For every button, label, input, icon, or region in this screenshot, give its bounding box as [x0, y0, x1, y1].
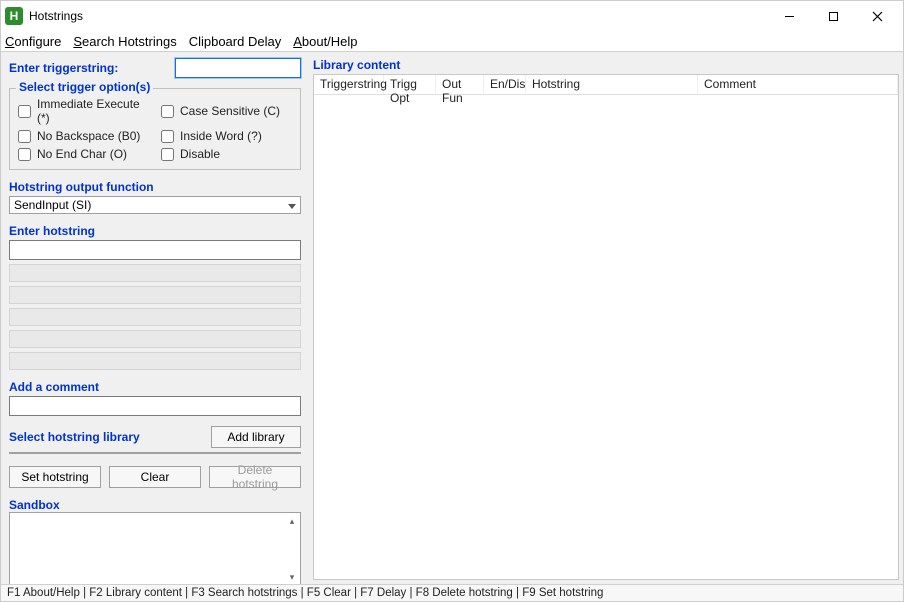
- right-panel: Library content Triggerstring Trigg Opt …: [309, 52, 903, 584]
- statusbar-text: F1 About/Help | F2 Library content | F3 …: [7, 587, 603, 599]
- add-library-button[interactable]: Add library: [211, 426, 301, 448]
- hotstring-line[interactable]: [9, 308, 301, 326]
- window-controls: [767, 1, 899, 31]
- hotstring-input[interactable]: [9, 240, 301, 260]
- hotstring-line[interactable]: [9, 352, 301, 370]
- scroll-up-icon[interactable]: ▴: [286, 515, 298, 527]
- opt-immediate-checkbox[interactable]: [18, 105, 31, 118]
- grid-header: Triggerstring Trigg Opt Out Fun En/Dis H…: [314, 75, 898, 95]
- close-button[interactable]: [855, 1, 899, 31]
- opt-nobackspace-label: No Backspace (B0): [37, 129, 140, 143]
- add-comment-label: Add a comment: [9, 380, 301, 394]
- menubar: Configure Search Hotstrings Clipboard De…: [1, 31, 903, 52]
- maximize-button[interactable]: [811, 1, 855, 31]
- col-en-dis[interactable]: En/Dis: [484, 75, 526, 94]
- opt-noendchar-checkbox[interactable]: [18, 148, 31, 161]
- clear-button[interactable]: Clear: [109, 466, 201, 488]
- trigger-options-legend: Select trigger option(s): [16, 80, 153, 94]
- triggerstring-row: Enter triggerstring:: [9, 58, 301, 78]
- output-function-label: Hotstring output function: [9, 180, 301, 194]
- opt-case-sensitive[interactable]: Case Sensitive (C): [161, 97, 292, 125]
- statusbar: F1 About/Help | F2 Library content | F3 …: [1, 584, 903, 601]
- hotstring-extra-lines: [9, 264, 301, 370]
- sandbox-textarea[interactable]: ▴ ▾: [9, 512, 301, 584]
- hotstring-line[interactable]: [9, 286, 301, 304]
- opt-nobackspace-checkbox[interactable]: [18, 130, 31, 143]
- comment-input[interactable]: [9, 396, 301, 416]
- select-library-label: Select hotstring library: [9, 430, 140, 444]
- col-comment[interactable]: Comment: [698, 75, 898, 94]
- trigger-options-fieldset: Select trigger option(s) Immediate Execu…: [9, 88, 301, 170]
- hotstring-line[interactable]: [9, 264, 301, 282]
- left-panel: Enter triggerstring: Select trigger opti…: [1, 52, 309, 584]
- output-function-select[interactable]: SendInput (SI): [9, 196, 301, 214]
- enter-hotstring-label: Enter hotstring: [9, 224, 301, 238]
- titlebar: H Hotstrings: [1, 1, 903, 31]
- triggerstring-input[interactable]: [175, 58, 301, 78]
- minimize-button[interactable]: [767, 1, 811, 31]
- col-trigg-opt[interactable]: Trigg Opt: [384, 75, 436, 94]
- opt-noendchar-label: No End Char (O): [37, 147, 127, 161]
- opt-immediate-label: Immediate Execute (*): [37, 97, 149, 125]
- content-area: Enter triggerstring: Select trigger opti…: [1, 52, 903, 584]
- menu-about-help[interactable]: About/Help: [293, 34, 357, 49]
- app-icon: H: [5, 7, 23, 25]
- opt-inside-word[interactable]: Inside Word (?): [161, 129, 292, 143]
- col-out-fun[interactable]: Out Fun: [436, 75, 484, 94]
- window-title: Hotstrings: [29, 9, 83, 23]
- library-select[interactable]: [9, 452, 301, 454]
- opt-no-end-char[interactable]: No End Char (O): [18, 147, 149, 161]
- app-window: H Hotstrings Configure Search Hotstrings…: [0, 0, 904, 602]
- hotstring-line[interactable]: [9, 330, 301, 348]
- library-content-label: Library content: [313, 58, 899, 72]
- menu-clipboard-delay[interactable]: Clipboard Delay: [189, 34, 282, 49]
- opt-disable-checkbox[interactable]: [161, 148, 174, 161]
- opt-no-backspace[interactable]: No Backspace (B0): [18, 129, 149, 143]
- menu-configure[interactable]: Configure: [5, 34, 61, 49]
- opt-disable-label: Disable: [180, 147, 220, 161]
- col-triggerstring[interactable]: Triggerstring: [314, 75, 384, 94]
- opt-insideword-checkbox[interactable]: [161, 130, 174, 143]
- set-hotstring-button[interactable]: Set hotstring: [9, 466, 101, 488]
- col-hotstring[interactable]: Hotstring: [526, 75, 698, 94]
- opt-case-checkbox[interactable]: [161, 105, 174, 118]
- opt-immediate-execute[interactable]: Immediate Execute (*): [18, 97, 149, 125]
- delete-hotstring-button[interactable]: Delete hotstring: [209, 466, 301, 488]
- enter-triggerstring-label: Enter triggerstring:: [9, 61, 118, 75]
- library-content-grid[interactable]: Triggerstring Trigg Opt Out Fun En/Dis H…: [313, 74, 899, 580]
- opt-case-label: Case Sensitive (C): [180, 104, 280, 118]
- output-function-value: SendInput (SI): [14, 198, 91, 212]
- scroll-down-icon[interactable]: ▾: [286, 571, 298, 583]
- sandbox-label: Sandbox: [9, 498, 301, 512]
- opt-insideword-label: Inside Word (?): [180, 129, 262, 143]
- menu-search-hotstrings[interactable]: Search Hotstrings: [73, 34, 176, 49]
- opt-disable[interactable]: Disable: [161, 147, 292, 161]
